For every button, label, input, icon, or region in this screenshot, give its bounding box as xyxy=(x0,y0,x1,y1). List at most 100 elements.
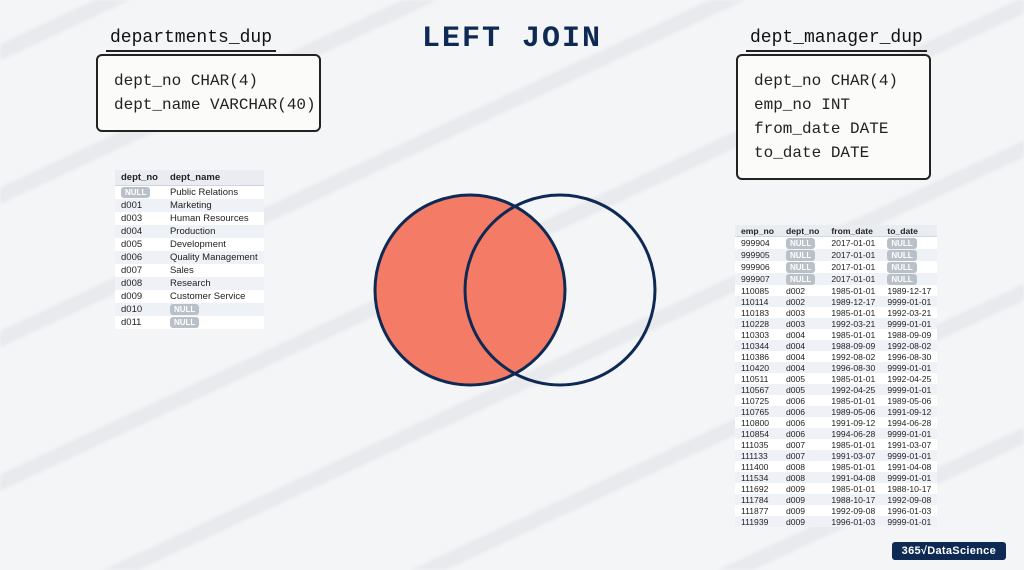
cell: d007 xyxy=(115,264,164,277)
table-row: 999907NULL2017-01-01NULL xyxy=(735,273,937,285)
cell: d003 xyxy=(780,307,825,318)
cell: 2017-01-01 xyxy=(825,261,881,273)
cell: 1989-05-06 xyxy=(825,406,881,417)
right-schema-col: to_date DATE xyxy=(754,144,913,162)
null-pill: NULL xyxy=(887,262,916,273)
table-row: d007Sales xyxy=(115,264,264,277)
cell: Customer Service xyxy=(164,290,264,303)
null-pill: NULL xyxy=(170,304,199,315)
cell: 1991-04-08 xyxy=(881,461,937,472)
cell: 110228 xyxy=(735,318,780,329)
table-row: 110183d0031985-01-011992-03-21 xyxy=(735,307,937,318)
cell: 110854 xyxy=(735,428,780,439)
right-schema-box: dept_no CHAR(4) emp_no INT from_date DAT… xyxy=(736,54,931,180)
left-schema-col: dept_no CHAR(4) xyxy=(114,72,303,90)
table-row: d005Development xyxy=(115,238,264,251)
col-header: to_date xyxy=(881,225,937,237)
table-row: 110567d0051992-04-259999-01-01 xyxy=(735,384,937,395)
cell: 111133 xyxy=(735,450,780,461)
cell: 1992-04-25 xyxy=(881,373,937,384)
table-row: 110344d0041988-09-091992-08-02 xyxy=(735,340,937,351)
venn-diagram xyxy=(350,180,670,400)
venn-left-circle xyxy=(375,195,565,385)
cell: d004 xyxy=(780,340,825,351)
cell: NULL xyxy=(881,237,937,250)
cell: 111035 xyxy=(735,439,780,450)
cell: d009 xyxy=(780,483,825,494)
cell: d011 xyxy=(115,316,164,329)
cell: 9999-01-01 xyxy=(881,450,937,461)
table-row: d010NULL xyxy=(115,303,264,316)
cell: 110567 xyxy=(735,384,780,395)
left-schema-name: departments_dup xyxy=(106,28,276,52)
cell: 999907 xyxy=(735,273,780,285)
cell: d003 xyxy=(115,212,164,225)
cell: 9999-01-01 xyxy=(881,296,937,307)
cell: 1996-01-03 xyxy=(825,516,881,527)
cell: 1992-03-21 xyxy=(825,318,881,329)
cell: Production xyxy=(164,225,264,238)
cell: d008 xyxy=(115,277,164,290)
cell: 9999-01-01 xyxy=(881,318,937,329)
cell: d005 xyxy=(780,373,825,384)
null-pill: NULL xyxy=(170,317,199,328)
cell: 1989-12-17 xyxy=(881,285,937,296)
cell: 1992-04-25 xyxy=(825,384,881,395)
cell: 111877 xyxy=(735,505,780,516)
table-row: 111133d0071991-03-079999-01-01 xyxy=(735,450,937,461)
cell: NULL xyxy=(164,316,264,329)
cell: NULL xyxy=(780,261,825,273)
cell: 111939 xyxy=(735,516,780,527)
table-row: d003Human Resources xyxy=(115,212,264,225)
table-row: 999905NULL2017-01-01NULL xyxy=(735,249,937,261)
cell: Quality Management xyxy=(164,251,264,264)
cell: Development xyxy=(164,238,264,251)
col-header: dept_no xyxy=(115,170,164,186)
cell: 1985-01-01 xyxy=(825,285,881,296)
table-row: 111877d0091992-09-081996-01-03 xyxy=(735,505,937,516)
cell: 1991-09-12 xyxy=(881,406,937,417)
cell: 1994-06-28 xyxy=(881,417,937,428)
dept-manager-table: emp_nodept_nofrom_dateto_date 999904NULL… xyxy=(735,225,937,527)
cell: d007 xyxy=(780,450,825,461)
cell: NULL xyxy=(881,249,937,261)
cell: 1996-08-30 xyxy=(825,362,881,373)
cell: d005 xyxy=(780,384,825,395)
table-row: NULLPublic Relations xyxy=(115,186,264,200)
cell: 1991-04-08 xyxy=(825,472,881,483)
cell: d006 xyxy=(780,417,825,428)
cell: NULL xyxy=(115,186,164,200)
cell: 2017-01-01 xyxy=(825,249,881,261)
table-row: 110303d0041985-01-011988-09-09 xyxy=(735,329,937,340)
null-pill: NULL xyxy=(786,238,815,249)
cell: Human Resources xyxy=(164,212,264,225)
cell: 110085 xyxy=(735,285,780,296)
cell: 1989-05-06 xyxy=(881,395,937,406)
cell: 9999-01-01 xyxy=(881,384,937,395)
table-row: 110511d0051985-01-011992-04-25 xyxy=(735,373,937,384)
table-row: 999904NULL2017-01-01NULL xyxy=(735,237,937,250)
table-row: 111534d0081991-04-089999-01-01 xyxy=(735,472,937,483)
cell: 1991-09-12 xyxy=(825,417,881,428)
cell: Sales xyxy=(164,264,264,277)
cell: d005 xyxy=(115,238,164,251)
table-row: 110854d0061994-06-289999-01-01 xyxy=(735,428,937,439)
cell: 1985-01-01 xyxy=(825,395,881,406)
cell: 110511 xyxy=(735,373,780,384)
cell: d009 xyxy=(780,494,825,505)
cell: d002 xyxy=(780,285,825,296)
cell: 2017-01-01 xyxy=(825,273,881,285)
cell: 999904 xyxy=(735,237,780,250)
cell: 1985-01-01 xyxy=(825,329,881,340)
cell: 1996-08-30 xyxy=(881,351,937,362)
cell: 2017-01-01 xyxy=(825,237,881,250)
cell: 1988-10-17 xyxy=(825,494,881,505)
table-row: 110725d0061985-01-011989-05-06 xyxy=(735,395,937,406)
cell: 110765 xyxy=(735,406,780,417)
table-row: 110800d0061991-09-121994-06-28 xyxy=(735,417,937,428)
left-schema-box: dept_no CHAR(4) dept_name VARCHAR(40) xyxy=(96,54,321,132)
cell: d001 xyxy=(115,199,164,212)
table-row: 999906NULL2017-01-01NULL xyxy=(735,261,937,273)
cell: 110800 xyxy=(735,417,780,428)
table-row: d001Marketing xyxy=(115,199,264,212)
